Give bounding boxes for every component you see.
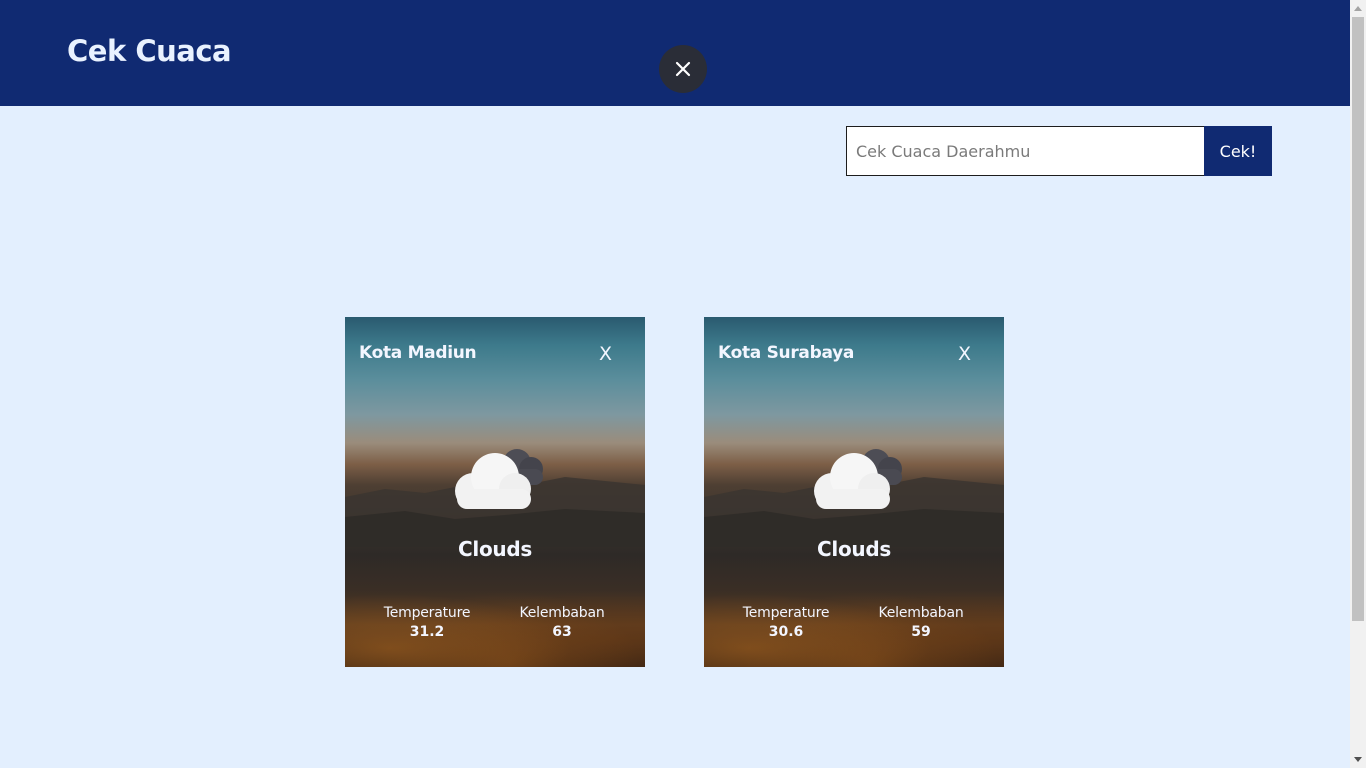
close-icon (675, 61, 691, 77)
humidity-value: 63 (552, 624, 572, 640)
card-city-name: Kota Madiun (359, 343, 477, 363)
clouds-icon (814, 449, 902, 509)
scrollbar-thumb[interactable] (1352, 17, 1364, 621)
weather-card: Kota Surabaya X Clouds Temperature 30.6 … (704, 317, 1004, 667)
weather-condition: Clouds (817, 537, 891, 561)
scroll-down-icon[interactable] (1354, 757, 1362, 762)
weather-condition: Clouds (458, 537, 532, 561)
temperature-label: Temperature (742, 605, 830, 621)
card-close-button[interactable]: X (599, 343, 612, 365)
temperature-value: 31.2 (409, 624, 445, 640)
scroll-up-icon[interactable] (1354, 6, 1362, 11)
search-button[interactable]: Cek! (1204, 126, 1272, 176)
humidity-label: Kelembaban (878, 605, 964, 621)
weather-card: Kota Madiun X Clouds Temperature 31.2 Ke… (345, 317, 645, 667)
page-scrollbar[interactable] (1350, 0, 1366, 768)
close-overlay-button[interactable] (659, 45, 707, 93)
temperature-label: Temperature (383, 605, 471, 621)
search-form: Cek! (846, 126, 1272, 176)
humidity-stat: Kelembaban 63 (507, 605, 617, 640)
temperature-stat: Temperature 31.2 (372, 605, 482, 640)
humidity-stat: Kelembaban 59 (866, 605, 976, 640)
search-input[interactable] (846, 126, 1204, 176)
app-title: Cek Cuaca (67, 34, 232, 68)
clouds-icon (455, 449, 543, 509)
card-city-name: Kota Surabaya (718, 343, 855, 363)
humidity-value: 59 (911, 624, 931, 640)
card-close-button[interactable]: X (958, 343, 971, 365)
temperature-stat: Temperature 30.6 (731, 605, 841, 640)
humidity-label: Kelembaban (519, 605, 605, 621)
temperature-value: 30.6 (768, 624, 804, 640)
